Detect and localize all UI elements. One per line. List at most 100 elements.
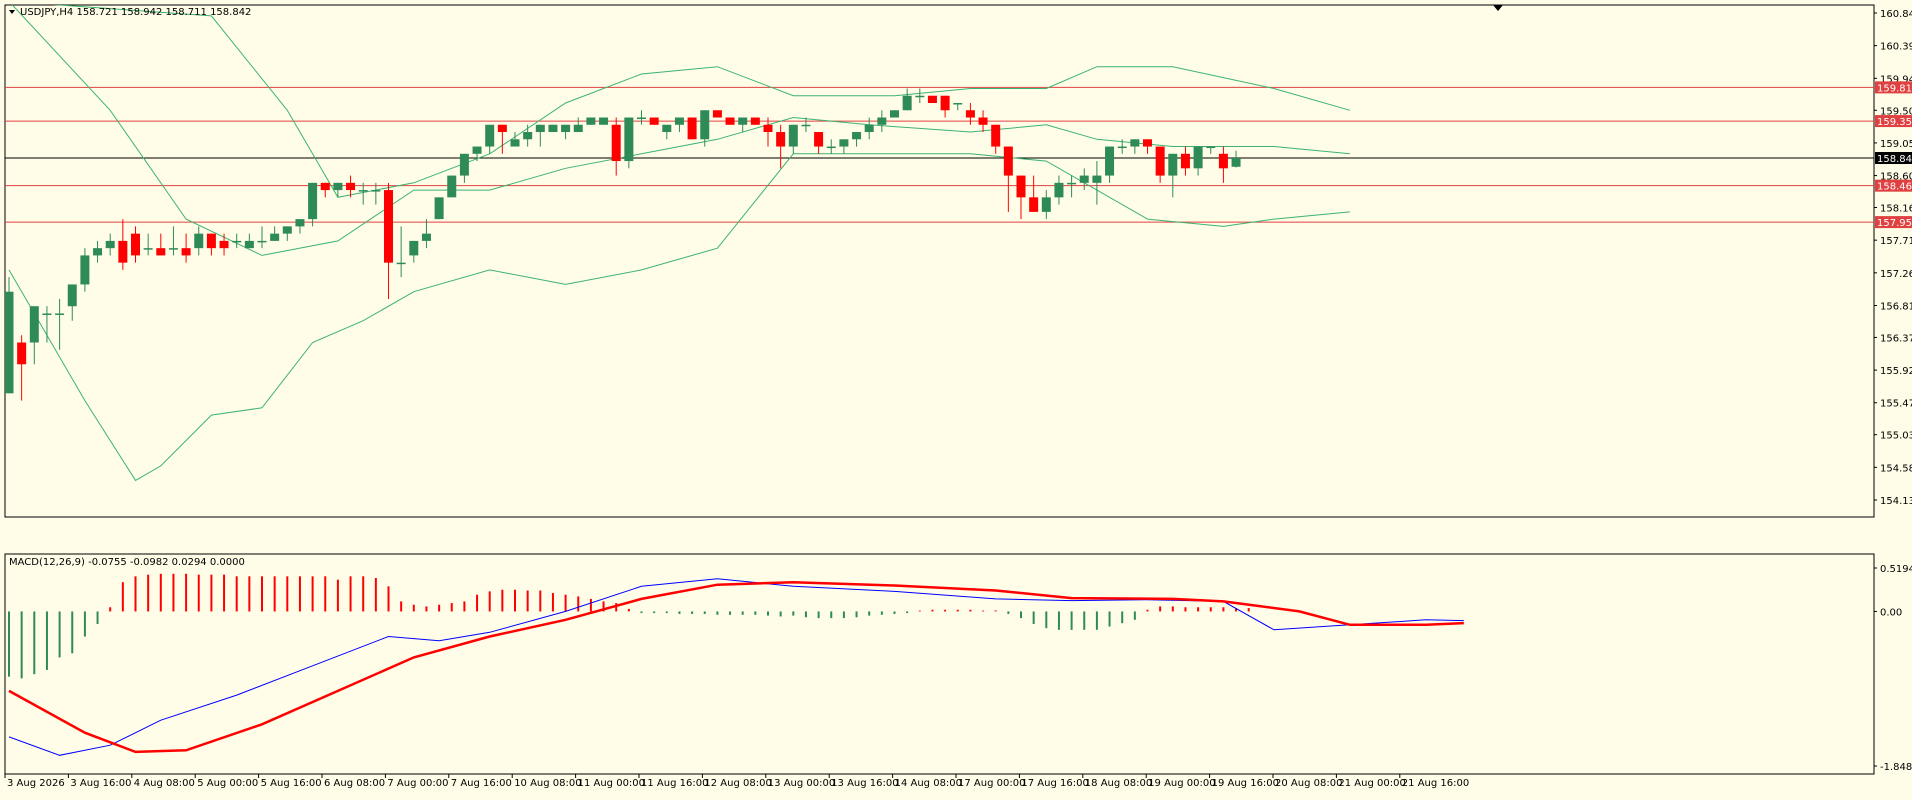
candle-body: [1231, 158, 1241, 167]
time-axis-label: 19 Aug 00:00: [1148, 778, 1215, 789]
candle-body: [814, 132, 824, 147]
candle-body: [953, 102, 963, 105]
candle-body: [421, 233, 431, 241]
candle-body: [1117, 146, 1127, 149]
candle-body: [801, 124, 811, 127]
candle-body: [55, 313, 65, 315]
candle-body: [902, 95, 912, 111]
time-axis-label: 11 Aug 00:00: [578, 778, 645, 789]
candle-body: [1041, 197, 1051, 212]
candle-body: [712, 110, 722, 118]
macd-axis-label: 0.5194: [1880, 564, 1912, 575]
candle-body: [308, 182, 318, 220]
candle-body: [358, 190, 368, 192]
chart-window: 160.840160.390159.940159.500159.050158.6…: [0, 0, 1912, 796]
candle-body: [1206, 146, 1216, 149]
level-label: 158.461: [1877, 182, 1912, 193]
candle-body: [270, 233, 280, 241]
macd-axis-label: -1.8482: [1880, 762, 1912, 773]
time-axis-label: 7 Aug 16:00: [451, 778, 512, 789]
candle-body: [396, 262, 406, 265]
candle-body: [472, 146, 482, 154]
candle-body: [1067, 182, 1077, 185]
time-axis-label: 13 Aug 16:00: [831, 778, 898, 789]
candle-body: [1130, 139, 1140, 147]
time-axis-label: 3 Aug 2026: [7, 778, 65, 789]
candle-body: [1054, 182, 1064, 198]
candle-body: [105, 240, 115, 249]
candle-body: [611, 124, 621, 162]
price-axis-label: 160.840: [1880, 9, 1912, 20]
chart-background: [0, 0, 1912, 796]
candle-body: [965, 110, 975, 118]
candle-body: [434, 197, 444, 220]
candle-body: [80, 255, 90, 285]
candle-body: [485, 124, 495, 147]
time-axis-label: 12 Aug 08:00: [704, 778, 771, 789]
candle-body: [687, 117, 697, 140]
candle-body: [624, 117, 634, 162]
time-axis-label: 21 Aug 00:00: [1338, 778, 1405, 789]
candle-body: [282, 226, 292, 234]
candle-body: [42, 313, 52, 315]
time-axis-label: 11 Aug 16:00: [641, 778, 708, 789]
candle-body: [1016, 175, 1026, 198]
time-axis-label: 3 Aug 16:00: [70, 778, 131, 789]
candle-body: [1193, 146, 1203, 169]
candle-body: [978, 117, 988, 125]
candle-body: [17, 342, 27, 365]
candle-body: [763, 124, 773, 133]
current-price-label: 158.842: [1877, 154, 1912, 165]
candle-body: [1029, 197, 1039, 212]
candle-body: [1168, 153, 1178, 176]
candle-body: [459, 153, 469, 176]
candle-body: [1092, 175, 1102, 183]
macd-header: MACD(12,26,9) -0.0755 -0.0982 0.0294 0.0…: [9, 557, 245, 568]
candle-body: [232, 240, 242, 243]
candle-body: [384, 190, 393, 263]
time-axis-label: 21 Aug 16:00: [1402, 778, 1469, 789]
candle-body: [674, 117, 684, 125]
candle-body: [586, 117, 596, 125]
candle-body: [991, 124, 1001, 147]
time-axis-label: 18 Aug 08:00: [1085, 778, 1152, 789]
time-axis-label: 17 Aug 16:00: [1021, 778, 1088, 789]
candle-body: [295, 219, 305, 227]
candle-body: [333, 182, 343, 191]
chart-canvas[interactable]: 160.840160.390159.940159.500159.050158.6…: [0, 0, 1912, 796]
candle-body: [1180, 153, 1190, 169]
price-axis-label: 155.470: [1880, 399, 1912, 410]
symbol-header: USDJPY,H4 158.721 158.942 158.711 158.84…: [20, 7, 251, 18]
level-label: 159.815: [1877, 83, 1912, 94]
candle-body: [194, 233, 204, 249]
macd-axis-label: 0.00: [1880, 607, 1902, 618]
candle-body: [637, 117, 646, 120]
price-axis-label: 156.370: [1880, 333, 1912, 344]
price-axis-label: 154.580: [1880, 463, 1912, 474]
candle-body: [156, 248, 166, 256]
candle-body: [1155, 146, 1165, 176]
candle-body: [649, 117, 659, 125]
time-axis-label: 7 Aug 00:00: [387, 778, 448, 789]
time-axis-label: 5 Aug 16:00: [261, 778, 322, 789]
candle-body: [244, 240, 254, 249]
candle-body: [118, 240, 128, 263]
candle-body: [143, 248, 153, 250]
candle-body: [1003, 146, 1013, 176]
price-axis-label: 158.160: [1880, 204, 1912, 215]
candle-body: [93, 248, 103, 256]
candle-body: [826, 146, 836, 149]
candle-body: [497, 124, 507, 133]
candle-body: [599, 117, 609, 125]
candle-body: [510, 139, 520, 147]
time-axis-label: 10 Aug 08:00: [514, 778, 581, 789]
level-label: 157.959: [1877, 218, 1912, 229]
time-axis-label: 4 Aug 08:00: [134, 778, 195, 789]
price-axis-label: 157.710: [1880, 236, 1912, 247]
candle-body: [219, 240, 229, 249]
candle-body: [940, 95, 950, 111]
price-axis-label: 159.050: [1880, 139, 1912, 150]
level-label: 159.351: [1877, 117, 1912, 128]
candle-body: [523, 132, 533, 140]
candle-body: [320, 182, 330, 191]
